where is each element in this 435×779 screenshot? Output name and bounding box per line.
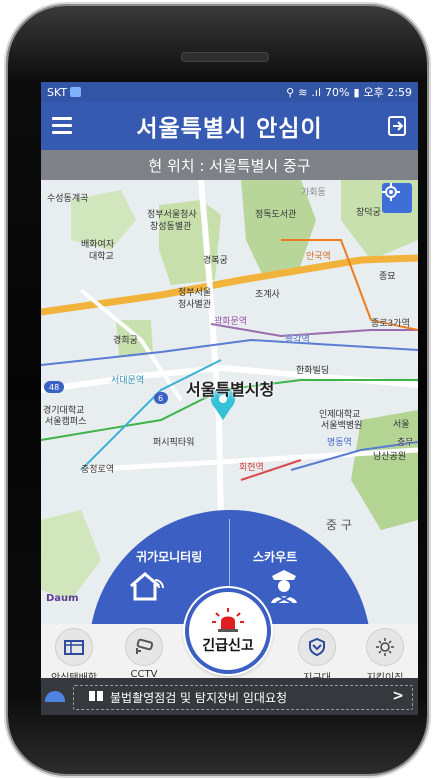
route-badge: 48 (49, 383, 60, 392)
map-label: 명동역 (327, 438, 352, 448)
map-label: 청사별관 (178, 300, 212, 310)
map-label: 중 구 (326, 518, 352, 532)
map-label: 정부서울청사 (147, 210, 197, 220)
phone-speaker (181, 52, 269, 62)
map-label: 한화빌딩 (296, 366, 330, 376)
cctv-camera-icon (125, 628, 163, 666)
map-label: 정독도서관 (255, 210, 297, 220)
app-screen: SKT ⚲ ≋ .ıl 70% ▮ 오후 2:59 서울특별시 안심이 현 위치… (41, 82, 418, 715)
police-station-button[interactable]: 지구대 (287, 628, 347, 684)
map-label: 배화여자 (81, 240, 115, 250)
gps-locate-icon (382, 183, 400, 201)
emergency-label: 긴급신고 (202, 638, 254, 654)
cctv-button[interactable]: CCTV (114, 628, 174, 680)
map-label: 종묘 (379, 272, 396, 282)
current-location-bar: 현 위치 : 서울특별시 중구 (41, 150, 418, 180)
signal-icon: .ıl (311, 85, 322, 99)
map-label: 충무 (397, 438, 414, 448)
map-label: 서울백병원 (321, 421, 363, 431)
map-label: 조계사 (255, 290, 280, 300)
map-label-cityhall: 서울특별시청 (186, 380, 275, 399)
map-label: 충정로역 (81, 465, 115, 475)
map-label: 광화문역 (214, 317, 248, 327)
cloud-icon (45, 691, 65, 702)
map-label: 경복궁 (203, 256, 228, 266)
notification-icon (70, 87, 82, 97)
phone-frame: SKT ⚲ ≋ .ıl 70% ▮ 오후 2:59 서울특별시 안심이 현 위치… (8, 6, 427, 774)
app-header: 서울특별시 안심이 (41, 102, 418, 150)
home-monitoring-label[interactable]: 귀가모니터링 (136, 548, 202, 565)
guardian-house-icon (366, 628, 404, 666)
book-icon (88, 690, 104, 705)
chevron-right-icon: > (392, 688, 404, 704)
scout-officer-icon[interactable] (267, 568, 301, 608)
status-left: SKT (47, 85, 82, 99)
notice-text: 불법촬영점검 및 탐지장비 임대요청 (110, 691, 288, 705)
map-label: 대학교 (89, 252, 114, 262)
status-right: ⚲ ≋ .ıl 70% ▮ 오후 2:59 (286, 84, 412, 100)
map-label: 정부서울 (178, 288, 212, 298)
map-label: 종로3가역 (371, 319, 410, 329)
app-title: 서울특별시 안심이 (136, 116, 323, 142)
home-wifi-icon[interactable] (127, 570, 167, 606)
map-label: 퍼시픽타워 (153, 438, 195, 448)
carrier-label: SKT (47, 85, 68, 99)
map-label: 창성동별관 (150, 222, 192, 232)
gps-locate-button[interactable] (382, 183, 412, 213)
notice-banner: 불법촬영점검 및 탐지장비 임대요청 > (41, 678, 418, 715)
siren-icon (212, 608, 244, 632)
wifi-icon: ≋ (298, 85, 308, 99)
route-badge: 6 (158, 394, 164, 403)
map-label: 서울캠퍼스 (45, 417, 87, 427)
notice-link[interactable]: 불법촬영점검 및 탐지장비 임대요청 > (73, 685, 413, 710)
map-label: 경희궁 (113, 336, 138, 346)
status-bar: SKT ⚲ ≋ .ıl 70% ▮ 오후 2:59 (41, 82, 418, 102)
map-label: 종각역 (285, 335, 310, 345)
map-label: 인제대학교 (319, 410, 361, 420)
battery-percent: 70% (325, 85, 350, 99)
clock: 오후 2:59 (363, 86, 412, 99)
exit-icon[interactable] (385, 114, 409, 138)
guardian-house-button[interactable]: 지킴이집 (355, 628, 415, 684)
map-label: 가회동 (301, 188, 326, 198)
map-label: 남산공원 (373, 452, 407, 462)
map-label: 경기대학교 (43, 406, 85, 416)
hamburger-menu-icon[interactable] (52, 117, 72, 135)
map-label: 서대문역 (111, 376, 145, 386)
map-label: 서울 (393, 420, 410, 430)
map-label: 안국역 (306, 252, 331, 262)
emergency-report-button[interactable]: 긴급신고 (185, 588, 271, 674)
location-status-icon: ⚲ (286, 85, 295, 99)
map-label: 창덕궁 (356, 208, 381, 218)
map-label: 회현역 (239, 463, 264, 473)
scout-label[interactable]: 스카우트 (253, 548, 297, 565)
map-label: 수성동계곡 (47, 194, 89, 204)
police-badge-icon (298, 628, 336, 666)
map-provider-logo: Daum (46, 593, 79, 604)
parcel-box-icon (55, 628, 93, 666)
battery-icon: ▮ (353, 85, 360, 99)
parcel-box-button[interactable]: 안심택배함 (44, 628, 104, 684)
